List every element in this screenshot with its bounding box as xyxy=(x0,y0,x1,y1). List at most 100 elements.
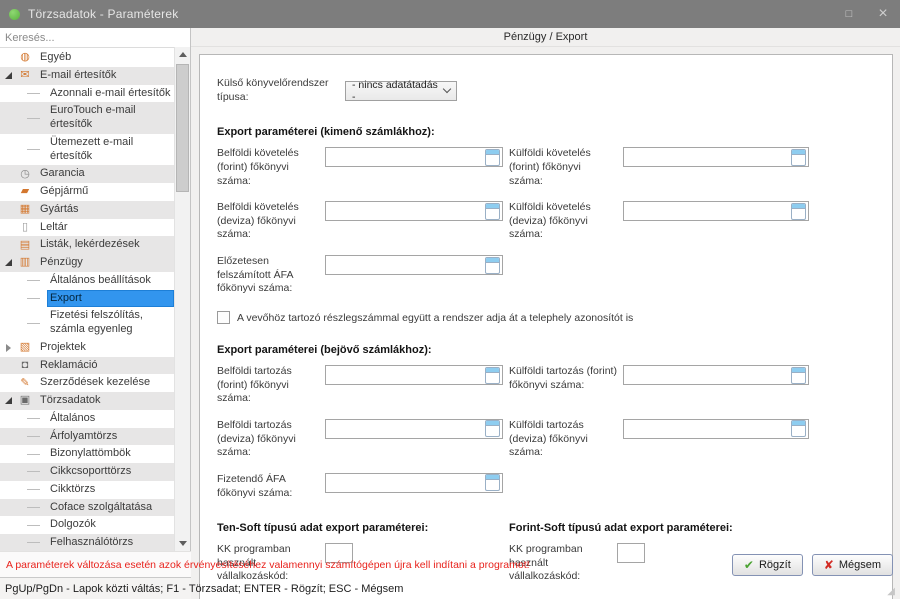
outgoing-field-2[interactable] xyxy=(325,201,503,221)
lookup-icon[interactable] xyxy=(485,420,500,437)
breadcrumb: Pénzügy / Export xyxy=(191,28,900,47)
close-icon: × xyxy=(878,6,887,22)
outgoing-field-0-input[interactable] xyxy=(326,149,483,165)
tree-item-fizetesi-felszolitas-szamla-egyenleg[interactable]: Fizetési felszólítás, számla egyenleg xyxy=(0,307,174,339)
transfer-site-id-checkbox-row[interactable]: A vevőhöz tartozó részlegszámmal együtt … xyxy=(217,311,892,324)
window-title: Törzsadatok - Paraméterek xyxy=(28,7,178,21)
tree-item-leltar[interactable]: ▯Leltár xyxy=(0,219,174,237)
lookup-icon[interactable] xyxy=(791,203,806,220)
tree-item-azonnali-e-mail-ertesitok[interactable]: Azonnali e-mail értesítők xyxy=(0,85,174,103)
parameter-tree: ◍Egyéb ✉ E-mail értesítőkAzonnali e-mail é… xyxy=(0,47,174,551)
tree-item-label: E-mail értesítők xyxy=(37,67,174,85)
lookup-icon[interactable] xyxy=(485,474,500,491)
incoming-field-1[interactable] xyxy=(623,365,809,385)
tree-item-label: Általános beállítások xyxy=(47,272,174,290)
cancel-button[interactable]: ✘ Mégsem xyxy=(812,554,893,576)
close-button[interactable]: × xyxy=(866,0,900,28)
tree-line xyxy=(27,418,40,419)
lookup-icon[interactable] xyxy=(485,257,500,274)
tree-item-export[interactable]: Export xyxy=(0,290,174,308)
tree-item-felhasznalotorzs[interactable]: Felhasználótörzs xyxy=(0,534,174,551)
envelope-icon: ✉ xyxy=(17,70,33,81)
tree-item-label: Felhasználótörzs xyxy=(47,534,174,551)
incoming-field-4[interactable] xyxy=(325,473,503,493)
outgoing-fields: Belföldi követelés (forint) főkönyvi szá… xyxy=(217,147,892,296)
outgoing-field-1-input[interactable] xyxy=(624,149,789,165)
incoming-field-2-input[interactable] xyxy=(326,421,483,437)
incoming-field-0-input[interactable] xyxy=(326,367,483,383)
scroll-down-icon[interactable] xyxy=(175,536,190,551)
tree-item-label: Dolgozók xyxy=(47,516,174,534)
sidebar-scrollbar[interactable] xyxy=(174,47,190,551)
accounting-system-select[interactable]: - nincs adatátadás - xyxy=(345,81,457,101)
incoming-field-2[interactable] xyxy=(325,419,503,439)
scrollbar-thumb[interactable] xyxy=(176,64,189,192)
tree-item-cikktorzs[interactable]: Cikktörzs xyxy=(0,481,174,499)
tree-item-garancia[interactable]: ◷Garancia xyxy=(0,165,174,183)
tree-item-listak-lekerdezesek[interactable]: ▤Listák, lekérdezések xyxy=(0,236,174,254)
incoming-section-title: Export paraméterei (bejövő számlákhoz): xyxy=(217,344,892,356)
finance-icon: ▥ xyxy=(17,257,33,268)
outgoing-field-2-input[interactable] xyxy=(326,203,483,219)
tree-item-label: Pénzügy xyxy=(37,254,174,272)
checkbox-label: A vevőhöz tartozó részlegszámmal együtt … xyxy=(237,312,633,324)
collapse-icon[interactable] xyxy=(0,397,17,404)
tree-item-arfolyamtorzs[interactable]: Árfolyamtörzs xyxy=(0,428,174,446)
tree-item-bizonylattombok[interactable]: Bizonylattömbök xyxy=(0,445,174,463)
lookup-icon[interactable] xyxy=(485,367,500,384)
incoming-field-1-input[interactable] xyxy=(624,367,789,383)
tree-item-label: Projektek xyxy=(37,339,174,357)
outgoing-field-3[interactable] xyxy=(623,201,809,221)
forintsoft-code-input[interactable] xyxy=(617,543,645,563)
lookup-icon[interactable] xyxy=(791,420,806,437)
tree-item-gepjarmu[interactable]: ▰Gépjármű xyxy=(0,183,174,201)
scroll-up-icon[interactable] xyxy=(175,47,190,62)
tree-item-label: Gyártás xyxy=(37,201,174,219)
titlebar[interactable]: Törzsadatok - Paraméterek □ × xyxy=(0,0,900,28)
collapse-icon[interactable] xyxy=(0,259,17,266)
outgoing-field-1[interactable] xyxy=(623,147,809,167)
incoming-field-3[interactable] xyxy=(623,419,809,439)
checkbox-icon[interactable] xyxy=(217,311,230,324)
tree-item-e-mail-ertesitok[interactable]: ✉ E-mail értesítők xyxy=(0,67,174,85)
tree-item-altalanos-beallitasok[interactable]: Általános beállítások xyxy=(0,272,174,290)
tree-item-label: Reklamáció xyxy=(37,357,174,375)
tree-item-torzsadatok[interactable]: ▣Törzsadatok xyxy=(0,392,174,410)
tree-item-coface-szolgaltatasa[interactable]: Coface szolgáltatása xyxy=(0,499,174,517)
outgoing-field-3-input[interactable] xyxy=(624,203,789,219)
monitor-icon: ▣ xyxy=(17,395,33,406)
tree-item-altalanos[interactable]: Általános xyxy=(0,410,174,428)
lookup-icon[interactable] xyxy=(791,367,806,384)
tree-item-utemezett-e-mail-ertesitok[interactable]: Ütemezett e-mail értesítők xyxy=(0,134,174,166)
tree-item-egyeb[interactable]: ◍Egyéb xyxy=(0,49,174,67)
outgoing-field-4-input[interactable] xyxy=(326,257,483,273)
search-input[interactable] xyxy=(0,30,190,48)
save-button[interactable]: ✔ Rögzít xyxy=(732,554,803,576)
lookup-icon[interactable] xyxy=(791,149,806,166)
tree-item-penzugy[interactable]: ▥ Pénzügy xyxy=(0,254,174,272)
outgoing-field-0[interactable] xyxy=(325,147,503,167)
incoming-field-3-input[interactable] xyxy=(624,421,789,437)
collapse-icon[interactable] xyxy=(0,72,17,79)
outgoing-field-4[interactable] xyxy=(325,255,503,275)
lookup-icon[interactable] xyxy=(485,149,500,166)
resize-grip[interactable]: ◢ xyxy=(887,587,896,599)
tree-line xyxy=(27,507,40,508)
tree-line xyxy=(27,280,40,281)
tree-item-label: Ütemezett e-mail értesítők xyxy=(47,134,174,166)
tree-item-eurotouch-e-mail-ertesitok[interactable]: EuroTouch e-mail értesítők xyxy=(0,102,174,134)
tree-item-cikkcsoporttorzs[interactable]: Cikkcsoporttörzs xyxy=(0,463,174,481)
lookup-icon[interactable] xyxy=(485,203,500,220)
tree-item-label: Coface szolgáltatása xyxy=(47,499,174,517)
car-icon: ▰ xyxy=(17,186,33,197)
tree-item-projektek[interactable]: ▧Projektek xyxy=(0,339,174,357)
incoming-field-0[interactable] xyxy=(325,365,503,385)
incoming-field-4-input[interactable] xyxy=(326,475,483,491)
tree-item-label: Egyéb xyxy=(37,49,174,67)
maximize-button[interactable]: □ xyxy=(832,0,866,28)
tree-item-reklamacio[interactable]: ◘Reklamáció xyxy=(0,357,174,375)
expand-icon[interactable] xyxy=(0,344,17,352)
tree-item-gyartas[interactable]: ▦Gyártás xyxy=(0,201,174,219)
tree-item-szerzodesek-kezelese[interactable]: ✎Szerződések kezelése xyxy=(0,374,174,392)
tree-item-dolgozok[interactable]: Dolgozók xyxy=(0,516,174,534)
